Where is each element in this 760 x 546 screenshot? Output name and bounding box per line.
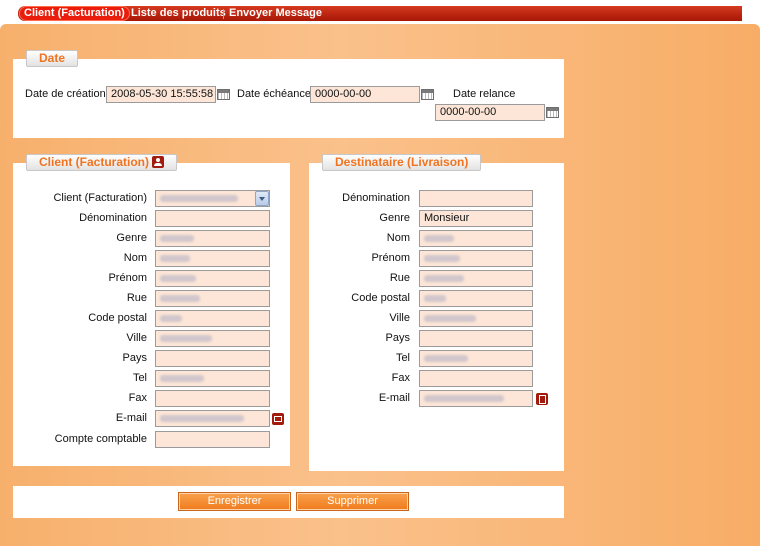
client-ville-label: Ville	[126, 332, 147, 344]
actions-panel: Enregistrer Supprimer	[13, 486, 564, 518]
dest-nom-field[interactable]	[419, 230, 533, 247]
redacted-value	[160, 195, 238, 202]
redacted-value	[424, 315, 476, 322]
dest-genre-label: Genre	[379, 212, 410, 224]
dest-denomination-field[interactable]	[419, 190, 533, 207]
client-legend: Client (Facturation)	[26, 154, 177, 171]
redacted-value	[424, 235, 454, 242]
date-relance-input[interactable]: 0000-00-00	[435, 104, 545, 121]
client-prenom-label: Prénom	[108, 272, 147, 284]
calendar-icon[interactable]	[421, 89, 434, 100]
dest-ville-field[interactable]	[419, 310, 533, 327]
destinataire-panel: Destinataire (Livraison) Dénomination Ge…	[309, 154, 564, 471]
dest-tel-field[interactable]	[419, 350, 533, 367]
client-genre-field[interactable]	[155, 230, 270, 247]
redacted-value	[160, 295, 200, 302]
client-prenom-field[interactable]	[155, 270, 270, 287]
dest-fax-field[interactable]	[419, 370, 533, 387]
dest-prenom-label: Prénom	[371, 252, 410, 264]
redacted-value	[160, 335, 212, 342]
client-panel: Client (Facturation) Client (Facturation…	[13, 154, 290, 466]
dest-pays-label: Pays	[385, 332, 410, 344]
redacted-value	[160, 235, 194, 242]
redacted-value	[160, 315, 182, 322]
dest-email-label: E-mail	[378, 392, 410, 404]
client-nom-field[interactable]	[155, 250, 270, 267]
calendar-icon[interactable]	[546, 107, 559, 118]
date-creation-label: Date de création	[25, 88, 106, 100]
dest-denomination-label: Dénomination	[342, 192, 410, 204]
client-tel-label: Tel	[132, 372, 147, 384]
client-nom-label: Nom	[123, 252, 147, 264]
chevron-down-icon[interactable]	[255, 191, 269, 206]
date-relance-label: Date relance	[453, 88, 516, 100]
date-echeance-input[interactable]: 0000-00-00	[310, 86, 420, 103]
dest-ville-label: Ville	[389, 312, 410, 324]
tab-separator	[223, 9, 224, 19]
save-button[interactable]: Enregistrer	[178, 492, 291, 511]
redacted-value	[424, 295, 446, 302]
date-panel: Date Date de création 2008-05-30 15:55:5…	[13, 50, 564, 138]
dest-pays-field[interactable]	[419, 330, 533, 347]
dest-tel-label: Tel	[395, 352, 410, 364]
client-compte-field[interactable]	[155, 431, 270, 448]
client-rue-label: Rue	[126, 292, 147, 304]
document-icon[interactable]	[536, 393, 548, 405]
date-creation-input[interactable]: 2008-05-30 15:55:58	[106, 86, 216, 103]
client-code-postal-field[interactable]	[155, 310, 270, 327]
redacted-value	[424, 355, 468, 362]
dest-genre-field[interactable]: Monsieur	[419, 210, 533, 227]
client-fax-label: Fax	[128, 392, 147, 404]
redacted-value	[424, 275, 464, 282]
redacted-value	[424, 395, 504, 402]
dest-email-field[interactable]	[419, 390, 533, 407]
client-code-postal-label: Code postal	[88, 312, 147, 324]
dest-code-postal-label: Code postal	[351, 292, 410, 304]
client-pays-field[interactable]	[155, 350, 270, 367]
date-echeance-label: Date échéance	[237, 88, 311, 100]
client-tel-field[interactable]	[155, 370, 270, 387]
redacted-value	[424, 255, 460, 262]
redacted-value	[160, 375, 204, 382]
tab-bar: Client (Facturation) Liste des produits …	[0, 0, 760, 24]
delete-button[interactable]: Supprimer	[296, 492, 409, 511]
client-denomination-field[interactable]	[155, 210, 270, 227]
client-denomination-label: Dénomination	[79, 212, 147, 224]
content-area: Date Date de création 2008-05-30 15:55:5…	[0, 24, 760, 546]
client-select-label: Client (Facturation)	[53, 192, 147, 204]
client-ville-field[interactable]	[155, 330, 270, 347]
tab-client-facturation[interactable]: Client (Facturation)	[19, 6, 130, 21]
dest-rue-field[interactable]	[419, 270, 533, 287]
redacted-value	[160, 255, 190, 262]
calendar-icon[interactable]	[217, 89, 230, 100]
client-legend-title: Client (Facturation)	[39, 155, 149, 169]
tab-envoyer-message[interactable]: Envoyer Message	[229, 6, 322, 21]
client-rue-field[interactable]	[155, 290, 270, 307]
dest-fax-label: Fax	[391, 372, 410, 384]
dest-rue-label: Rue	[389, 272, 410, 284]
user-icon	[152, 156, 164, 168]
date-legend: Date	[26, 50, 79, 67]
client-pays-label: Pays	[122, 352, 147, 364]
tab-liste-produits[interactable]: Liste des produits	[131, 6, 226, 21]
dest-nom-label: Nom	[386, 232, 410, 244]
mail-icon[interactable]	[272, 413, 284, 425]
client-email-field[interactable]	[155, 410, 270, 427]
dest-code-postal-field[interactable]	[419, 290, 533, 307]
redacted-value	[160, 275, 196, 282]
redacted-value	[160, 415, 244, 422]
dest-prenom-field[interactable]	[419, 250, 533, 267]
client-genre-label: Genre	[116, 232, 147, 244]
client-select[interactable]	[155, 190, 270, 207]
client-email-label: E-mail	[115, 412, 147, 424]
client-fax-field[interactable]	[155, 390, 270, 407]
destinataire-legend: Destinataire (Livraison)	[322, 154, 482, 171]
client-compte-label: Compte comptable	[54, 433, 147, 445]
